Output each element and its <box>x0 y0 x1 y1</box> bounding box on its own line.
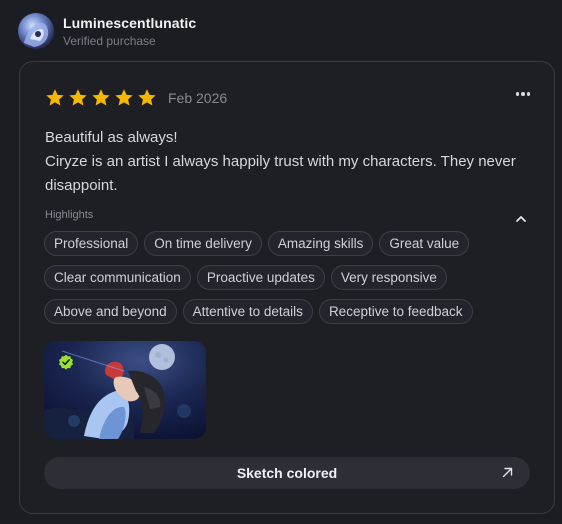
review-text: Beautiful as always! Ciryze is an artist… <box>45 126 525 198</box>
review-date: Feb 2026 <box>168 90 228 106</box>
highlight-tag[interactable]: Attentive to details <box>182 299 313 324</box>
verified-purchase-label: Verified purchase <box>63 33 156 48</box>
review-card: Feb 2026 Beautiful as always! Ciryze is … <box>19 61 555 514</box>
highlight-tag[interactable]: Great value <box>379 231 470 256</box>
star-icon <box>92 89 110 106</box>
star-icon <box>46 89 64 106</box>
chevron-up-icon[interactable] <box>516 209 526 227</box>
highlight-tag[interactable]: Clear communication <box>44 265 191 290</box>
arrow-up-right-icon <box>502 467 513 478</box>
reviewer-name[interactable]: Luminescentlunatic <box>63 15 196 31</box>
star-icon <box>138 89 156 106</box>
highlight-tag[interactable]: Receptive to feedback <box>318 299 473 324</box>
highlight-tag[interactable]: Proactive updates <box>196 265 325 290</box>
highlight-tags: Professional On time delivery Amazing skil… <box>44 231 544 324</box>
star-rating <box>45 88 160 108</box>
rating-row: Feb 2026 <box>45 88 227 108</box>
review-line: Beautiful as always! <box>45 129 178 146</box>
review-line: Ciryze is an artist I always happily tru… <box>45 153 516 194</box>
star-icon <box>115 89 133 106</box>
verified-badge-icon <box>59 354 73 370</box>
product-link-button[interactable]: Sketch colored <box>44 457 530 489</box>
star-icon <box>69 89 87 106</box>
highlights-label: Highlights <box>45 209 94 221</box>
reviewer-header: Luminescentlunatic Verified purchase <box>18 13 196 49</box>
highlight-tag[interactable]: Professional <box>44 231 139 256</box>
more-options-icon[interactable] <box>515 92 530 96</box>
highlight-tag[interactable]: Amazing skills <box>267 231 374 256</box>
highlight-tag[interactable]: On time delivery <box>144 231 262 256</box>
highlight-tag[interactable]: Above and beyond <box>44 299 177 324</box>
highlight-tag[interactable]: Very responsive <box>330 265 447 290</box>
product-label: Sketch colored <box>236 465 338 481</box>
artwork-thumbnail[interactable] <box>44 341 206 439</box>
avatar[interactable] <box>18 13 54 49</box>
